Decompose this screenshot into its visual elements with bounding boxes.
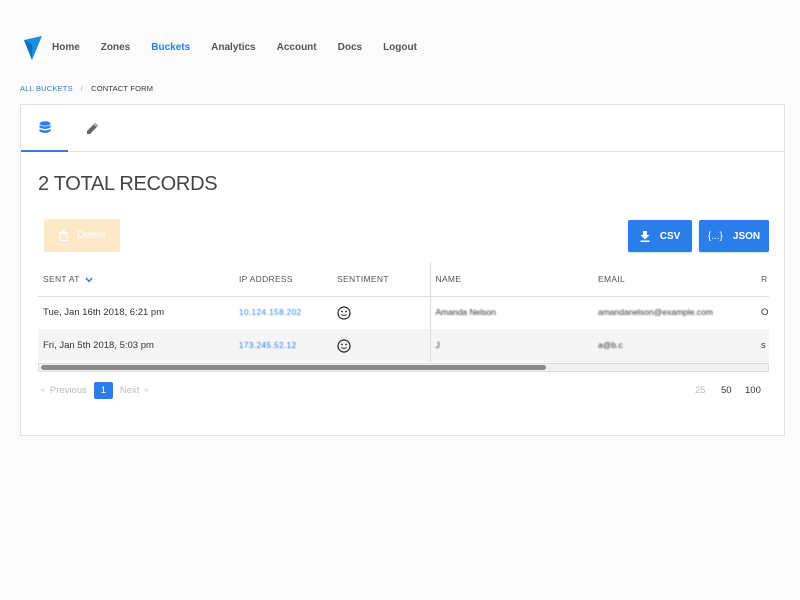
nav-home[interactable]: Home	[52, 42, 80, 53]
current-page-button[interactable]: 1	[93, 382, 113, 399]
csv-label: CSV	[659, 230, 681, 242]
bucket-panel: 2 TOTAL RECORDS Delete CSV {...} JSON SE…	[20, 104, 785, 436]
nav-zones[interactable]: Zones	[101, 42, 130, 53]
horizontal-scrollbar[interactable]	[38, 363, 769, 372]
name-value: J	[435, 340, 440, 350]
column-header-sentiment[interactable]: SENTIMENT	[332, 262, 430, 297]
export-csv-button[interactable]: CSV	[628, 220, 692, 252]
column-header-sent-at[interactable]: SENT AT	[38, 262, 234, 297]
ip-address-link[interactable]: 173.245.52.12	[239, 341, 297, 350]
download-icon	[640, 230, 650, 242]
json-label: JSON	[732, 230, 761, 242]
table-row[interactable]: Fri, Jan 5th 2018, 5:03 pm 173.245.52.12…	[38, 329, 769, 362]
cell-sentiment	[332, 329, 430, 362]
neutral-face-icon	[337, 338, 351, 353]
breadcrumb: ALL BUCKETS / CONTACT FORM	[20, 84, 153, 93]
records-table: SENT AT IP ADDRESS SENTIMENT NAME EMAIL …	[38, 262, 769, 362]
trash-icon	[59, 230, 69, 241]
cell-email: amandanelson@example.com	[593, 296, 756, 329]
records-table-container: SENT AT IP ADDRESS SENTIMENT NAME EMAIL …	[38, 262, 769, 362]
per-page-option-100[interactable]: 100	[745, 385, 761, 396]
per-page-option-50[interactable]: 50	[721, 385, 732, 396]
breadcrumb-all-buckets[interactable]: ALL BUCKETS	[20, 84, 73, 93]
column-header-email[interactable]: EMAIL	[593, 262, 756, 297]
delete-button[interactable]: Delete	[44, 219, 120, 252]
column-header-label: SENT AT	[43, 273, 80, 284]
tab-records[interactable]	[21, 105, 68, 152]
top-navigation: Home Zones Buckets Analytics Account Doc…	[0, 30, 800, 68]
ip-address-link[interactable]: 10.124.158.202	[239, 308, 302, 317]
cell-ip-address[interactable]: 10.124.158.202	[234, 296, 332, 329]
pencil-icon	[87, 123, 98, 134]
total-records-heading: 2 TOTAL RECORDS	[38, 173, 218, 195]
neutral-face-icon	[337, 306, 351, 320]
nav-docs[interactable]: Docs	[338, 42, 362, 53]
sort-descending-icon[interactable]	[85, 277, 93, 283]
chevron-right-icon: »	[144, 387, 149, 394]
breadcrumb-separator: /	[80, 84, 84, 93]
column-header-name[interactable]: NAME	[429, 262, 593, 297]
per-page-option-25[interactable]: 25	[695, 385, 706, 396]
cell-truncated: s	[756, 329, 769, 362]
table-row[interactable]: Tue, Jan 16th 2018, 6:21 pm 10.124.158.2…	[38, 296, 769, 329]
app-logo[interactable]	[24, 36, 42, 60]
tab-edit[interactable]	[69, 105, 116, 152]
name-value: Amanda Nelson	[435, 307, 496, 318]
chevron-left-icon: «	[41, 387, 45, 394]
nav-account[interactable]: Account	[277, 42, 317, 53]
table-header-row: SENT AT IP ADDRESS SENTIMENT NAME EMAIL …	[38, 262, 769, 297]
cell-sent-at: Fri, Jan 5th 2018, 5:03 pm	[38, 329, 234, 362]
delete-label: Delete	[77, 230, 106, 241]
email-value: amandanelson@example.com	[598, 307, 713, 318]
nav-analytics[interactable]: Analytics	[211, 42, 255, 53]
tab-bar	[21, 105, 784, 152]
nav-buckets[interactable]: Buckets	[151, 42, 190, 53]
cell-sentiment	[332, 296, 430, 329]
next-page-button[interactable]: Next	[120, 385, 140, 396]
scrollbar-thumb[interactable]	[41, 365, 546, 370]
pagination: « Previous 1 Next »	[41, 382, 148, 399]
cell-email: a@b.c	[593, 329, 756, 362]
cell-truncated: O	[761, 307, 769, 319]
braces-icon: {...}	[707, 230, 723, 242]
email-value: a@b.c	[598, 340, 623, 350]
previous-page-button[interactable]: Previous	[50, 385, 87, 396]
column-header-ip-address[interactable]: IP ADDRESS	[234, 262, 332, 297]
cell-sent-at: Tue, Jan 16th 2018, 6:21 pm	[43, 307, 165, 319]
cell-ip-address[interactable]: 173.245.52.12	[234, 329, 332, 362]
cell-name: Amanda Nelson	[429, 296, 593, 329]
cell-name: J	[429, 329, 593, 362]
column-header-truncated[interactable]: R	[756, 262, 769, 297]
breadcrumb-current: CONTACT FORM	[91, 84, 154, 93]
database-icon	[39, 121, 50, 133]
nav-logout[interactable]: Logout	[383, 42, 417, 53]
export-json-button[interactable]: {...} JSON	[699, 220, 769, 252]
